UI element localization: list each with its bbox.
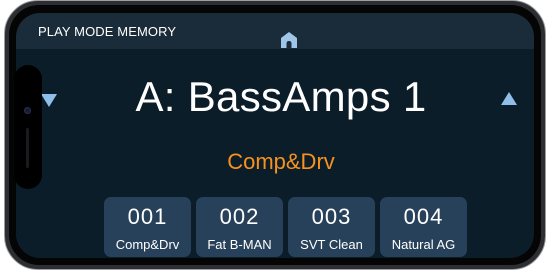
memory-slot-row: 001 Comp&Drv 002 Fat B-MAN 003 SVT Clean… [104,197,467,257]
slot-number: 002 [219,204,260,229]
slot-label: Comp&Drv [115,237,180,252]
phone-frame: PLAY MODE MEMORY A: BassAmps 1 Comp&Drv [4,0,546,270]
memory-slot-004[interactable]: 004 Natural AG [380,197,467,257]
header-bar: PLAY MODE MEMORY [16,13,534,49]
slot-label: Fat B-MAN [207,237,272,252]
home-icon [281,32,297,48]
slot-label: SVT Clean [300,237,363,252]
memory-slot-002[interactable]: 002 Fat B-MAN [196,197,283,257]
app-screen: PLAY MODE MEMORY A: BassAmps 1 Comp&Drv [16,13,534,258]
current-patch-name: A: BassAmps 1 [135,73,427,120]
speaker-grille [26,128,29,168]
mode-title: PLAY MODE MEMORY [38,24,177,39]
slot-number: 001 [127,204,168,229]
current-patch-subtitle: Comp&Drv [227,149,335,174]
phone-bezel: PLAY MODE MEMORY A: BassAmps 1 Comp&Drv [9,5,541,265]
slot-label: Natural AG [391,237,456,252]
memory-slot-001[interactable]: 001 Comp&Drv [104,197,191,257]
memory-slot-003[interactable]: 003 SVT Clean [288,197,375,257]
slot-number: 004 [403,204,444,229]
camera-icon [24,107,31,114]
phone-notch [14,65,42,189]
home-button[interactable] [278,28,300,48]
slot-number: 003 [311,204,352,229]
